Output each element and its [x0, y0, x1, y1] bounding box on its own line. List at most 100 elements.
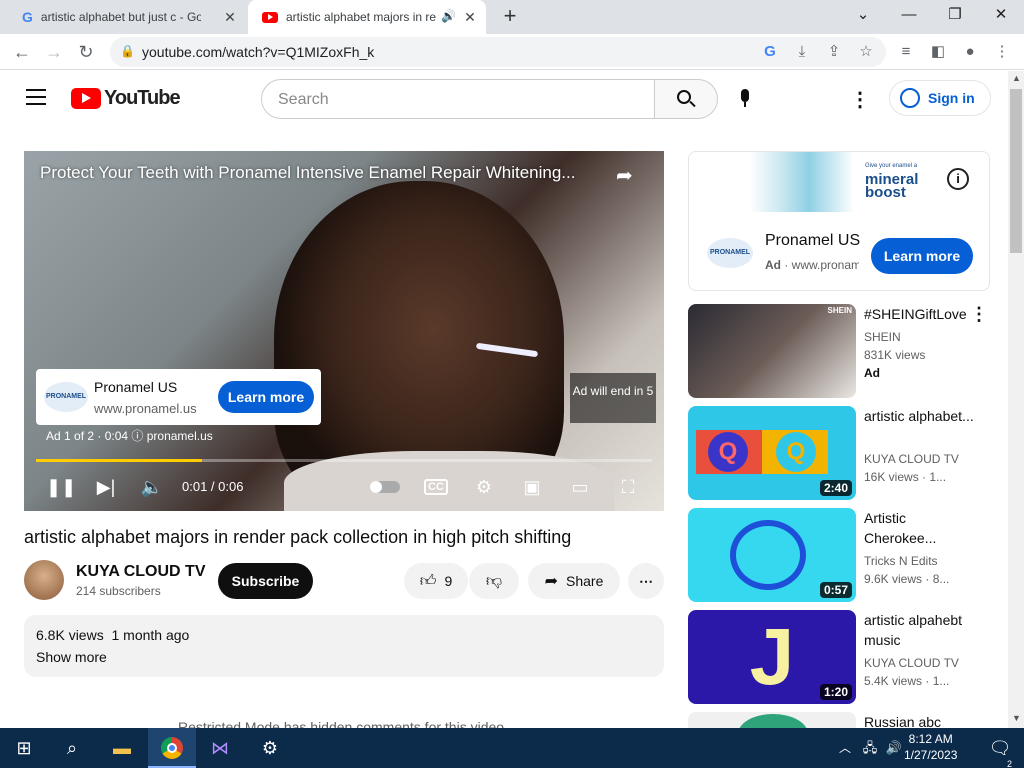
media-control-icon[interactable]: ≡ — [894, 40, 918, 64]
search-button[interactable] — [654, 79, 718, 119]
video-title[interactable]: Artistic Cherokee... — [864, 508, 974, 548]
system-clock[interactable]: 8:12 AM 1/27/2023 — [904, 731, 957, 763]
settings-gear-icon[interactable]: ⚙ — [470, 473, 498, 501]
video-thumbnail[interactable] — [688, 712, 856, 728]
description-box[interactable]: 6.8K views 1 month ago Show more — [24, 615, 664, 677]
info-icon[interactable]: i — [947, 168, 969, 190]
more-options-icon[interactable]: ⋮ — [850, 87, 870, 112]
microphone-icon[interactable] — [739, 89, 751, 109]
more-vert-icon[interactable]: ⋮ — [970, 304, 988, 325]
like-button[interactable]: 👍︎ 9 — [404, 563, 468, 599]
network-icon[interactable]: 🖧 — [858, 728, 882, 768]
youtube-logo[interactable]: YouTube — [71, 87, 181, 110]
ad-info-text[interactable]: Ad 1 of 2 · 0:04 ⓘ pronamel.us — [46, 427, 213, 444]
video-thumbnail[interactable]: Q Q 2:40 — [688, 406, 856, 500]
views-and-date: 6.8K views 1 month ago — [36, 627, 190, 643]
chrome-icon[interactable] — [148, 728, 196, 768]
tab-youtube-video[interactable]: artistic alphabet majors in re 🔊 ✕ — [248, 0, 486, 34]
share-arrow-icon[interactable]: ➦ — [616, 163, 633, 188]
captions-icon[interactable]: CC — [422, 473, 450, 501]
google-lens-icon[interactable]: G — [758, 40, 782, 64]
scroll-up-arrow-icon[interactable]: ▲ — [1012, 73, 1021, 83]
recommendation-item[interactable]: Russian abc — [688, 712, 998, 728]
browser-menu-icon[interactable]: ⋮ — [990, 40, 1014, 64]
audio-playing-icon[interactable]: 🔊 — [441, 9, 456, 23]
theater-mode-icon[interactable]: ▭ — [566, 473, 594, 501]
show-more-link[interactable]: Show more — [36, 649, 652, 665]
channel-name[interactable]: KUYA CLOUD TV — [76, 563, 206, 581]
miniplayer-icon[interactable]: ▣ — [518, 473, 546, 501]
close-tab-icon[interactable]: ✕ — [222, 9, 238, 25]
fullscreen-icon[interactable]: ⛶ — [614, 473, 642, 501]
share-icon[interactable]: ⇪ — [822, 40, 846, 64]
sign-in-button[interactable]: Sign in — [889, 80, 991, 116]
windows-taskbar: ⊞ ⌕ ▬ ⋈ ⚙ ︿ 🖧 🔊 8:12 AM 1/27/2023 🗨 2 — [0, 728, 1024, 769]
youtube-header: YouTube Search ⋮ Sign in — [0, 71, 1008, 127]
ad-label-url: Ad · www.pronamel.us — [765, 258, 859, 272]
back-arrow-icon[interactable]: ← — [10, 40, 34, 64]
recommendation-item[interactable]: 0:57 Artistic Cherokee... Tricks N Edits… — [688, 508, 998, 602]
ad-overlay-card[interactable]: PRONAMEL Pronamel US www.pronamel.us Lea… — [36, 369, 321, 425]
video-thumbnail[interactable]: 0:57 — [688, 508, 856, 602]
scrollbar-thumb[interactable] — [1010, 89, 1022, 253]
next-icon[interactable]: ▶| — [92, 473, 120, 501]
video-title[interactable]: artistic alphabet... — [864, 406, 974, 426]
volume-icon[interactable]: 🔈 — [138, 473, 166, 501]
close-window-button[interactable]: ✕ — [978, 0, 1024, 32]
install-icon[interactable]: ⤓ — [790, 40, 814, 64]
side-panel-icon[interactable]: ◧ — [926, 40, 950, 64]
share-button[interactable]: ➦ Share — [528, 563, 620, 599]
ad-video-title[interactable]: Protect Your Teeth with Pronamel Intensi… — [40, 163, 575, 183]
video-title: artistic alphabet majors in render pack … — [24, 527, 572, 547]
file-explorer-icon[interactable]: ▬ — [98, 728, 146, 768]
hamburger-menu-icon[interactable] — [26, 89, 46, 105]
subscribe-button[interactable]: Subscribe — [218, 563, 313, 599]
autoplay-toggle[interactable] — [370, 481, 400, 493]
video-title[interactable]: #SHEINGiftLove — [864, 304, 974, 324]
progress-bar[interactable] — [36, 459, 652, 462]
forward-arrow-icon[interactable]: → — [42, 40, 66, 64]
video-thumbnail[interactable]: SHEIN — [688, 304, 856, 398]
show-hidden-icons-icon[interactable]: ︿ — [834, 728, 856, 768]
channel-avatar[interactable] — [24, 560, 64, 600]
pause-icon[interactable]: ❚❚ — [46, 473, 76, 501]
youtube-icon — [262, 11, 278, 23]
recommendation-item[interactable]: Q Q 2:40 artistic alphabet... KUYA CLOUD… — [688, 406, 998, 500]
video-thumbnail[interactable]: J 1:20 — [688, 610, 856, 704]
youtube-play-icon — [71, 88, 101, 109]
more-actions-button[interactable]: ⋯ — [628, 563, 664, 599]
minimize-button[interactable]: — — [886, 0, 932, 32]
search-input[interactable]: Search — [261, 79, 655, 119]
sidebar-ad[interactable]: Give your enamel a mineral boost i PRONA… — [688, 151, 990, 291]
tab-google-search[interactable]: G artistic alphabet but just c - Goo ✕ — [8, 0, 246, 34]
video-player[interactable]: Protect Your Teeth with Pronamel Intensi… — [24, 151, 664, 511]
url-text[interactable]: youtube.com/watch?v=Q1MIZoxFh_k — [142, 44, 374, 60]
channel-name: KUYA CLOUD TV — [864, 452, 959, 466]
windows-start-icon[interactable]: ⊞ — [0, 728, 48, 768]
search-icon[interactable]: ⌕ — [48, 728, 96, 768]
video-title[interactable]: Russian abc — [864, 712, 974, 728]
notifications-icon[interactable]: 🗨 2 — [976, 728, 1024, 769]
browser-tab-strip: G artistic alphabet but just c - Goo ✕ a… — [0, 0, 1024, 34]
profile-icon[interactable]: ● — [958, 40, 982, 64]
restore-button[interactable]: ❐ — [932, 0, 978, 32]
settings-gear-icon[interactable]: ⚙ — [246, 728, 294, 768]
recommendation-item[interactable]: J 1:20 artistic alpahebt music KUYA CLOU… — [688, 610, 998, 704]
video-title[interactable]: artistic alpahebt music — [864, 610, 974, 650]
learn-more-button[interactable]: Learn more — [218, 381, 314, 413]
more-horiz-icon: ⋯ — [639, 572, 653, 589]
bookmark-star-icon[interactable]: ☆ — [854, 40, 878, 64]
close-tab-icon[interactable]: ✕ — [462, 9, 478, 25]
volume-icon[interactable]: 🔊 — [882, 728, 906, 768]
reload-icon[interactable]: ↻ — [74, 40, 98, 64]
scroll-down-arrow-icon[interactable]: ▼ — [1012, 713, 1021, 723]
visual-studio-icon[interactable]: ⋈ — [196, 728, 244, 768]
dislike-button[interactable]: 👎︎ — [469, 563, 519, 599]
share-arrow-icon: ➦ — [544, 573, 559, 590]
new-tab-button[interactable]: + — [498, 5, 522, 29]
recommendation-item[interactable]: SHEIN #SHEINGiftLove ⋮ SHEIN 831K views … — [688, 304, 998, 398]
tab-search-chevron-icon[interactable]: ⌄ — [840, 0, 886, 32]
page-scrollbar[interactable]: ▲ ▼ — [1008, 71, 1024, 728]
view-count: 831K views — [864, 348, 926, 362]
learn-more-button[interactable]: Learn more — [871, 238, 973, 274]
